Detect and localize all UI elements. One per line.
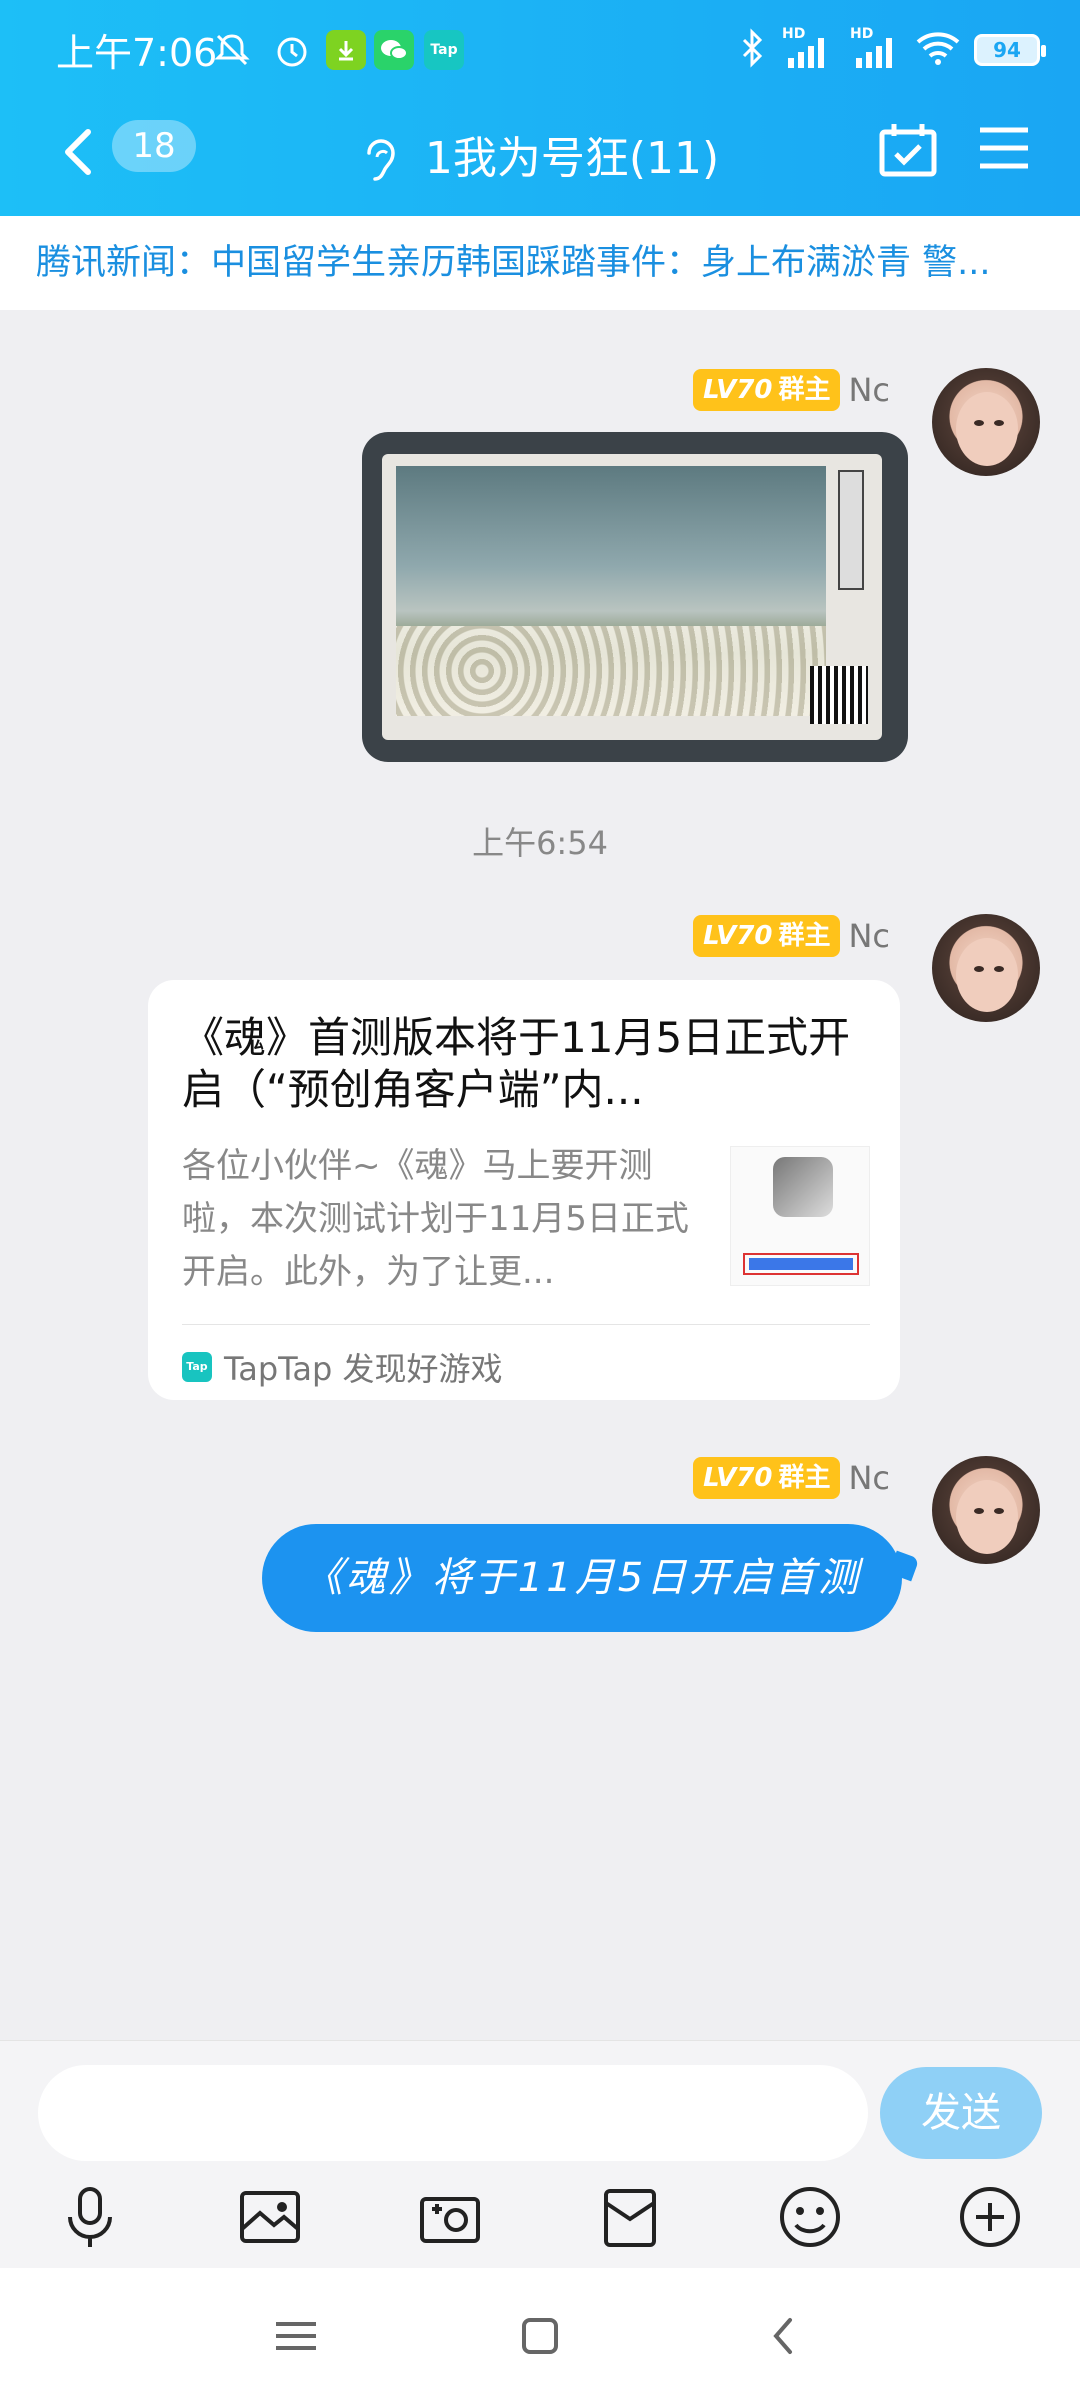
signal-2-icon: HD <box>848 26 902 70</box>
status-bar: 上午7:06 Tap HD HD 94 <box>0 0 1080 100</box>
send-button[interactable]: 发送 <box>880 2067 1042 2159</box>
earpiece-icon <box>367 139 395 181</box>
avatar-face <box>956 938 1018 1012</box>
microphone-icon[interactable] <box>54 2181 126 2253</box>
avatar-face <box>956 1480 1018 1554</box>
sender-info: LV70 群主 Nc <box>693 914 890 958</box>
thumbnail-button <box>743 1253 859 1275</box>
wechat-icon <box>374 30 414 70</box>
image-icon[interactable] <box>234 2181 306 2253</box>
level-badge: LV70 群主 <box>693 369 841 411</box>
avatar-eye <box>974 1508 984 1514</box>
avatar-eye <box>974 966 984 972</box>
card-source: Tap TapTap 发现好游戏 <box>182 1344 503 1390</box>
avatar[interactable] <box>932 914 1040 1022</box>
chat-title: 1我为号狂(11) <box>424 133 720 184</box>
avatar-eye <box>974 420 984 426</box>
home-icon[interactable] <box>512 2308 568 2364</box>
signal-1-icon: HD <box>780 26 834 70</box>
avatar-face <box>956 392 1018 466</box>
image-message[interactable] <box>362 432 908 762</box>
avatar-eye <box>994 1508 1004 1514</box>
plus-icon[interactable] <box>954 2181 1026 2253</box>
avatar[interactable] <box>932 368 1040 476</box>
text-message-bubble[interactable]: 《魂》将于11月5日开启首测 <box>262 1524 902 1632</box>
qr-code-icon <box>810 666 868 724</box>
scroll-decoration <box>838 470 864 590</box>
mute-bell-icon <box>212 30 252 70</box>
level-badge: LV70 群主 <box>693 915 841 957</box>
wifi-icon <box>916 30 960 70</box>
download-icon <box>326 30 366 70</box>
sender-info: LV70 群主 Nc <box>693 368 890 412</box>
sender-nickname: Nc <box>848 1459 890 1497</box>
menu-icon[interactable] <box>978 124 1030 172</box>
status-right: HD HD 94 <box>738 26 1046 74</box>
camera-icon[interactable] <box>414 2181 486 2253</box>
battery-indicator: 94 <box>974 34 1046 66</box>
card-thumbnail <box>730 1146 870 1286</box>
message-input[interactable] <box>38 2065 868 2161</box>
game-poster <box>382 454 882 740</box>
back-nav-icon[interactable] <box>756 2308 812 2364</box>
link-card-message[interactable]: 《魂》首测版本将于11月5日正式开启（“预创角客户端”内... 各位小伙伴~《魂… <box>148 980 900 1400</box>
recent-apps-icon[interactable] <box>268 2308 324 2364</box>
game-logo-icon <box>773 1157 833 1217</box>
card-title: 《魂》首测版本将于11月5日正式开启（“预创角客户端”内... <box>182 1013 851 1114</box>
calendar-check-icon[interactable] <box>878 122 938 178</box>
header: 上午7:06 Tap HD HD 94 18 1我为号狂(11) <box>0 0 1080 216</box>
taptap-status-icon: Tap <box>424 30 464 70</box>
emoji-icon[interactable] <box>774 2181 846 2253</box>
message-timestamp: 上午6:54 <box>472 824 608 862</box>
flower-field <box>396 626 826 716</box>
system-navigation-bar <box>0 2268 1080 2400</box>
sender-info: LV70 群主 Nc <box>693 1456 890 1500</box>
avatar-eye <box>994 420 1004 426</box>
card-source-label: TapTap 发现好游戏 <box>224 1350 503 1388</box>
red-packet-icon[interactable] <box>594 2181 666 2253</box>
avatar[interactable] <box>932 1456 1040 1564</box>
bluetooth-icon <box>738 28 766 72</box>
input-area: 发送 <box>0 2040 1080 2268</box>
level-badge: LV70 群主 <box>693 1457 841 1499</box>
status-time: 上午7:06 <box>56 31 218 75</box>
alarm-icon <box>272 30 312 70</box>
sender-nickname: Nc <box>848 371 890 409</box>
card-description: 各位小伙伴~《魂》马上要开测啦，本次测试计划于11月5日正式开启。此外，为了让更… <box>182 1146 689 1292</box>
avatar-eye <box>994 966 1004 972</box>
card-divider <box>182 1324 870 1325</box>
sender-nickname: Nc <box>848 917 890 955</box>
news-banner[interactable]: 腾讯新闻：中国留学生亲历韩国踩踏事件：身上布满淤青 警... <box>0 216 1080 310</box>
game-scene-image <box>396 466 826 716</box>
taptap-icon: Tap <box>182 1352 212 1382</box>
